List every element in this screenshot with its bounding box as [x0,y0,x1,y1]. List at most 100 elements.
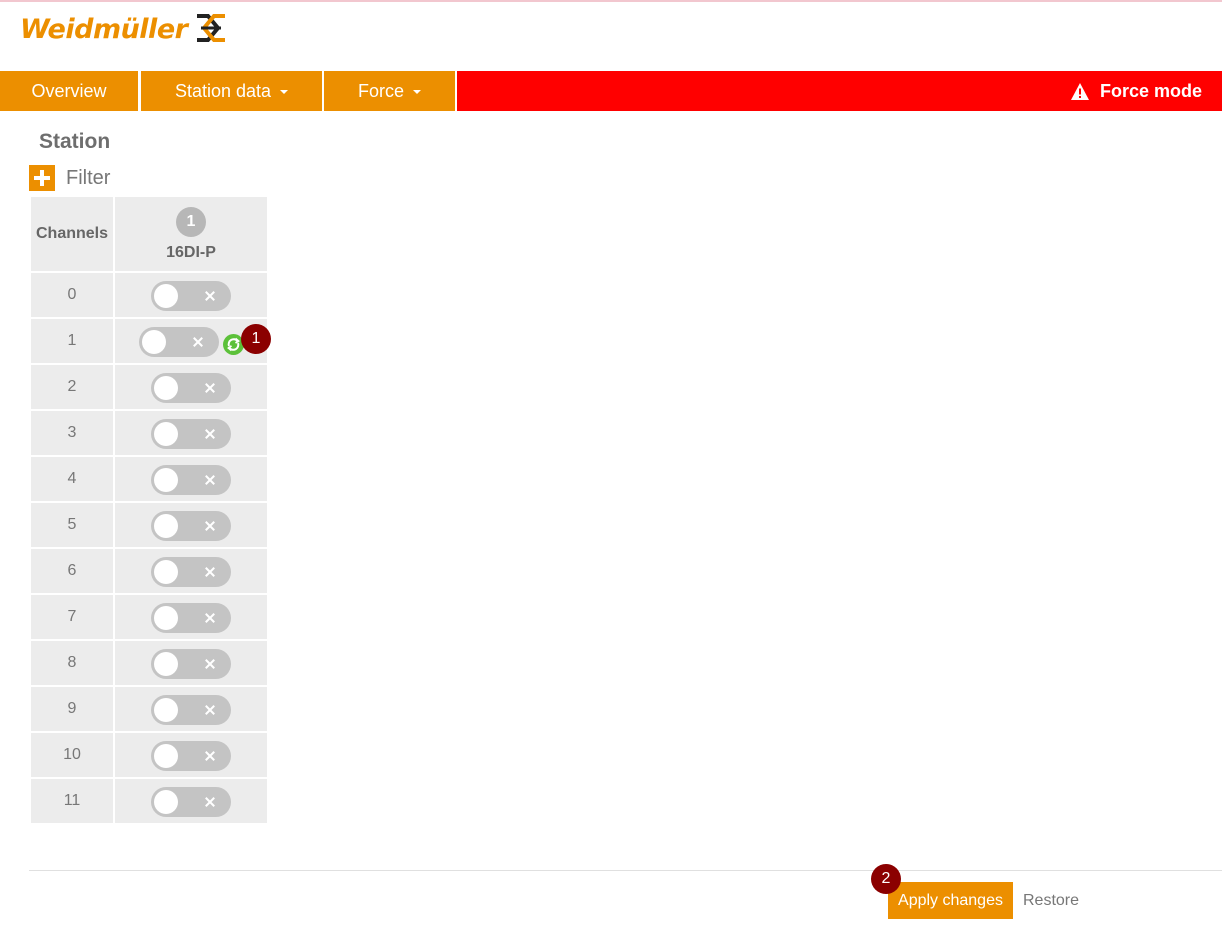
nav-overview-label: Overview [31,81,107,101]
channel-table: Channels 1 16DI-P 0 1 2 3 4 5 6 7 8 9 10… [29,195,269,825]
toggle-knob [154,606,178,630]
channel-number: 11 [31,779,113,823]
warning-icon [1070,82,1090,101]
close-icon [203,519,217,533]
force-toggle[interactable] [151,603,231,633]
force-cell [115,273,267,317]
force-toggle[interactable] [151,419,231,449]
channel-number: 9 [31,687,113,731]
force-cell [115,411,267,455]
filter-label: Filter [66,166,111,189]
close-icon [203,749,217,763]
toggle-knob [154,376,178,400]
logo-text: Weidmüller [20,14,188,45]
close-icon [203,289,217,303]
logo[interactable]: Weidmüller [20,12,227,48]
channel-number: 2 [31,365,113,409]
table-row: 4 [31,457,267,501]
table-row: 5 [31,503,267,547]
table-row: 1 [31,319,267,363]
channels-header: Channels [31,197,113,271]
close-icon [203,427,217,441]
force-toggle[interactable] [151,281,231,311]
caret-down-icon [413,90,421,95]
close-icon [203,657,217,671]
toggle-knob [154,284,178,308]
module-slot-badge: 1 [176,206,206,237]
force-toggle[interactable] [151,557,231,587]
force-cell [115,687,267,731]
nav-force-label: Force [357,81,404,101]
nav-overview[interactable]: Overview [0,71,138,111]
plus-icon [29,165,55,191]
close-icon [203,565,217,579]
force-cell [115,733,267,777]
module-header: 1 16DI-P [115,197,267,271]
force-cell [115,641,267,685]
nav-station-data-label: Station data [174,81,272,101]
page-title: Station [39,130,111,153]
table-row: 8 [31,641,267,685]
channel-number: 3 [31,411,113,455]
toggle-knob [154,744,178,768]
table-row: 6 [31,549,267,593]
table-row: 9 [31,687,267,731]
toggle-knob [154,422,178,446]
table-row: 2 [31,365,267,409]
nav-station-data[interactable]: Station data [141,71,322,111]
force-cell [115,595,267,639]
table-row: 11 [31,779,267,823]
close-icon [203,795,217,809]
close-icon [203,473,217,487]
channel-number: 0 [31,273,113,317]
close-icon [203,611,217,625]
toggle-knob [154,468,178,492]
channel-number: 1 [31,319,113,363]
force-cell [115,503,267,547]
toggle-knob [154,790,178,814]
toggle-knob [154,698,178,722]
toggle-knob [142,330,166,354]
table-row: 7 [31,595,267,639]
top-border [0,0,1222,2]
step-marker-1: 1 [241,324,271,354]
table-row: 10 [31,733,267,777]
toggle-knob [154,514,178,538]
restore-button[interactable]: Restore [1013,882,1089,919]
force-toggle[interactable] [139,327,219,357]
force-mode-label: Force mode [1099,81,1202,101]
step-marker-2: 2 [871,864,901,894]
force-cell [115,457,267,501]
channel-number: 8 [31,641,113,685]
close-icon [203,703,217,717]
channel-number: 4 [31,457,113,501]
toggle-knob [154,560,178,584]
force-cell [115,549,267,593]
force-toggle[interactable] [151,465,231,495]
force-toggle[interactable] [151,695,231,725]
close-icon [203,381,217,395]
weidmuller-logo-mark-icon [195,13,227,48]
table-row: 3 [31,411,267,455]
channel-number: 10 [31,733,113,777]
table-header-row: Channels 1 16DI-P [31,197,267,271]
filter-toggle[interactable]: Filter [29,165,110,191]
force-cell [115,779,267,823]
main-nav: Overview Station data Force Force mode [0,71,1222,111]
force-toggle[interactable] [151,649,231,679]
nav-force[interactable]: Force [324,71,455,111]
channel-number: 7 [31,595,113,639]
force-toggle[interactable] [151,787,231,817]
channel-number: 5 [31,503,113,547]
force-toggle[interactable] [151,373,231,403]
force-toggle[interactable] [151,741,231,771]
table-row: 0 [31,273,267,317]
close-icon [191,335,205,349]
force-toggle[interactable] [151,511,231,541]
force-cell [115,365,267,409]
channel-number: 6 [31,549,113,593]
force-mode-banner: Force mode [457,71,1222,111]
caret-down-icon [280,90,289,95]
apply-changes-button[interactable]: Apply changes [888,882,1013,919]
module-name: 16DI-P [166,243,216,261]
